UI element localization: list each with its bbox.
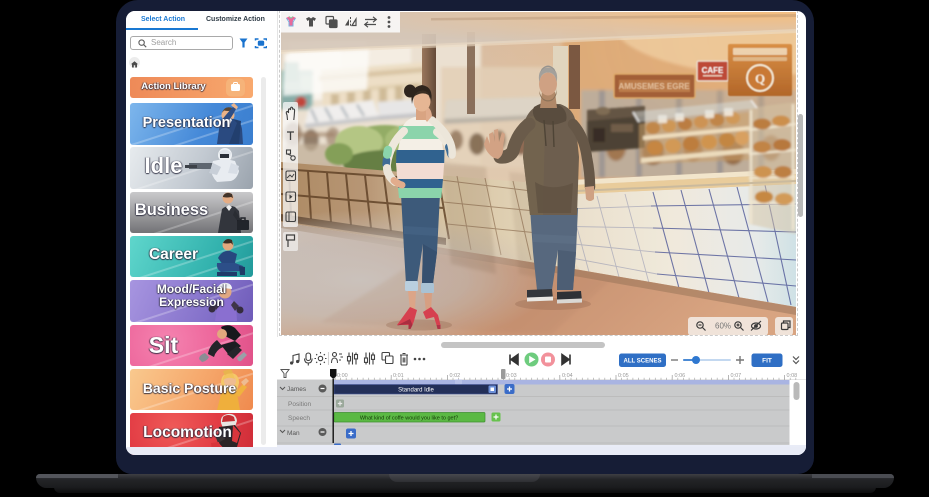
svg-text:Man: Man xyxy=(287,430,300,437)
svg-text:Standard Idle: Standard Idle xyxy=(398,388,434,394)
svg-text:0:03: 0:03 xyxy=(506,373,517,379)
svg-text:FIT: FIT xyxy=(762,358,772,365)
svg-text:0:02: 0:02 xyxy=(450,373,461,379)
svg-text:0:05: 0:05 xyxy=(618,373,629,379)
svg-text:0:01: 0:01 xyxy=(393,373,404,379)
svg-text:James: James xyxy=(287,386,307,393)
svg-text:Position: Position xyxy=(288,401,312,408)
svg-text:ALL SCENES: ALL SCENES xyxy=(624,359,662,365)
svg-text:0:08: 0:08 xyxy=(787,373,798,379)
svg-text:60%: 60% xyxy=(715,322,731,331)
svg-text:0:04: 0:04 xyxy=(562,373,573,379)
svg-text:0:06: 0:06 xyxy=(675,373,686,379)
svg-text:Speech: Speech xyxy=(288,415,310,422)
svg-text:What kind of coffe would you l: What kind of coffe would you like to get… xyxy=(360,416,458,422)
svg-text:0:00: 0:00 xyxy=(337,373,348,379)
svg-text:0:07: 0:07 xyxy=(731,373,742,379)
